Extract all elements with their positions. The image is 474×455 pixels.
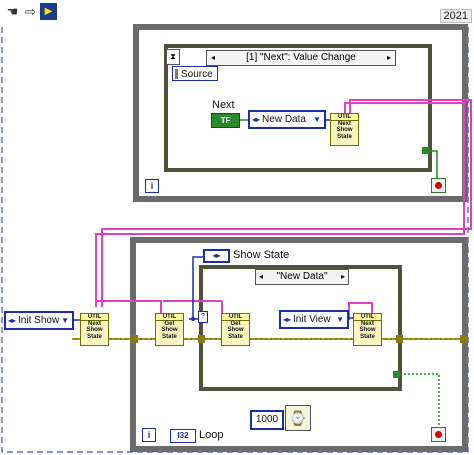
toolbar: ☚ ⇨ ▶ 2021: [0, 0, 474, 24]
hand-icon[interactable]: ☚: [4, 3, 21, 20]
case-tunnel-right: [396, 335, 403, 343]
labview-icon[interactable]: ▶: [40, 3, 57, 20]
init-view-value: Init View: [293, 314, 331, 325]
new-data-enum[interactable]: ◂▸ New Data ▼: [248, 110, 326, 129]
subvi-get-show-state-1[interactable]: UTIL Get Show State: [155, 313, 184, 346]
case-prev-arrow[interactable]: ◂: [259, 270, 263, 284]
case-bool-tunnel: [393, 371, 400, 378]
next-label: Next: [212, 99, 235, 111]
subvi-get-show-state-2[interactable]: UTIL Get Show State: [221, 313, 250, 346]
stop-button-lower[interactable]: [431, 427, 446, 442]
init-show-value: Init Show: [18, 315, 60, 326]
enum-left-icon: ◂▸: [283, 315, 292, 324]
subvi-line: State: [162, 333, 177, 340]
version-label: 2021: [439, 9, 472, 23]
shift-register-right: [460, 335, 467, 343]
enum-left-icon: ◂▸: [8, 316, 17, 325]
stop-button-upper[interactable]: [431, 178, 446, 193]
subvi-header: UTIL: [81, 314, 108, 322]
subvi-line: State: [228, 333, 243, 340]
enum-left-icon: ◂▸: [252, 115, 261, 124]
event-selector[interactable]: ◂ [1] "Next": Value Change ▸: [206, 50, 396, 66]
event-data-node[interactable]: Source: [172, 66, 218, 81]
arrow-icon[interactable]: ⇨: [22, 3, 39, 20]
subvi-next-show-state-init[interactable]: UTIL Next Show State: [80, 313, 109, 346]
shift-register-left: [131, 335, 138, 343]
event-selector-label: [1] "Next": Value Change: [246, 52, 356, 63]
init-show-enum[interactable]: ◂▸ Init Show ▼: [4, 311, 74, 330]
show-state-label: Show State: [233, 249, 290, 261]
init-view-enum[interactable]: ◂▸ Init View ▼: [279, 310, 349, 329]
subvi-header: UTIL: [331, 114, 358, 122]
hourglass-icon: ⧗: [166, 49, 180, 65]
stop-icon: [435, 431, 442, 438]
subvi-next-show-state-event[interactable]: UTIL Next Show State: [330, 113, 359, 146]
show-state-terminal[interactable]: ◂▸: [203, 249, 230, 263]
enum-dropdown-icon[interactable]: ▼: [61, 313, 69, 328]
subvi-line: State: [337, 133, 352, 140]
case-selector-terminal: ?: [198, 311, 208, 323]
event-prev-arrow[interactable]: ◂: [211, 51, 215, 65]
wait-clock-icon[interactable]: ⌚: [285, 405, 311, 431]
case-tunnel-left: [198, 335, 205, 343]
subvi-header: UTIL: [222, 314, 249, 322]
subvi-line: State: [360, 333, 375, 340]
new-data-enum-value: New Data: [262, 114, 306, 125]
boolean-tunnel: [422, 147, 429, 154]
case-selector[interactable]: ◂ "New Data" ▸: [255, 269, 349, 285]
wire-junction: [191, 317, 195, 321]
case-selector-label: "New Data": [276, 271, 328, 282]
enum-dropdown-icon[interactable]: ▼: [336, 312, 344, 327]
next-boolean-terminal[interactable]: TF: [211, 113, 240, 128]
stop-icon: [435, 182, 442, 189]
subvi-header: UTIL: [354, 314, 381, 322]
iteration-terminal-lower: i: [142, 428, 156, 442]
enum-dropdown-icon[interactable]: ▼: [313, 112, 321, 127]
subvi-next-show-state-case[interactable]: UTIL Next Show State: [353, 313, 382, 346]
event-source-label: Source: [181, 69, 213, 80]
i32-indicator: I32: [170, 429, 196, 443]
event-next-arrow[interactable]: ▸: [387, 51, 391, 65]
wait-ms-constant[interactable]: 1000: [250, 410, 284, 430]
block-diagram-canvas: [1, 22, 472, 453]
case-next-arrow[interactable]: ▸: [341, 270, 345, 284]
iteration-terminal-upper: i: [145, 179, 159, 193]
subvi-header: UTIL: [156, 314, 183, 322]
subvi-line: State: [87, 333, 102, 340]
loop-label: Loop: [199, 429, 224, 441]
